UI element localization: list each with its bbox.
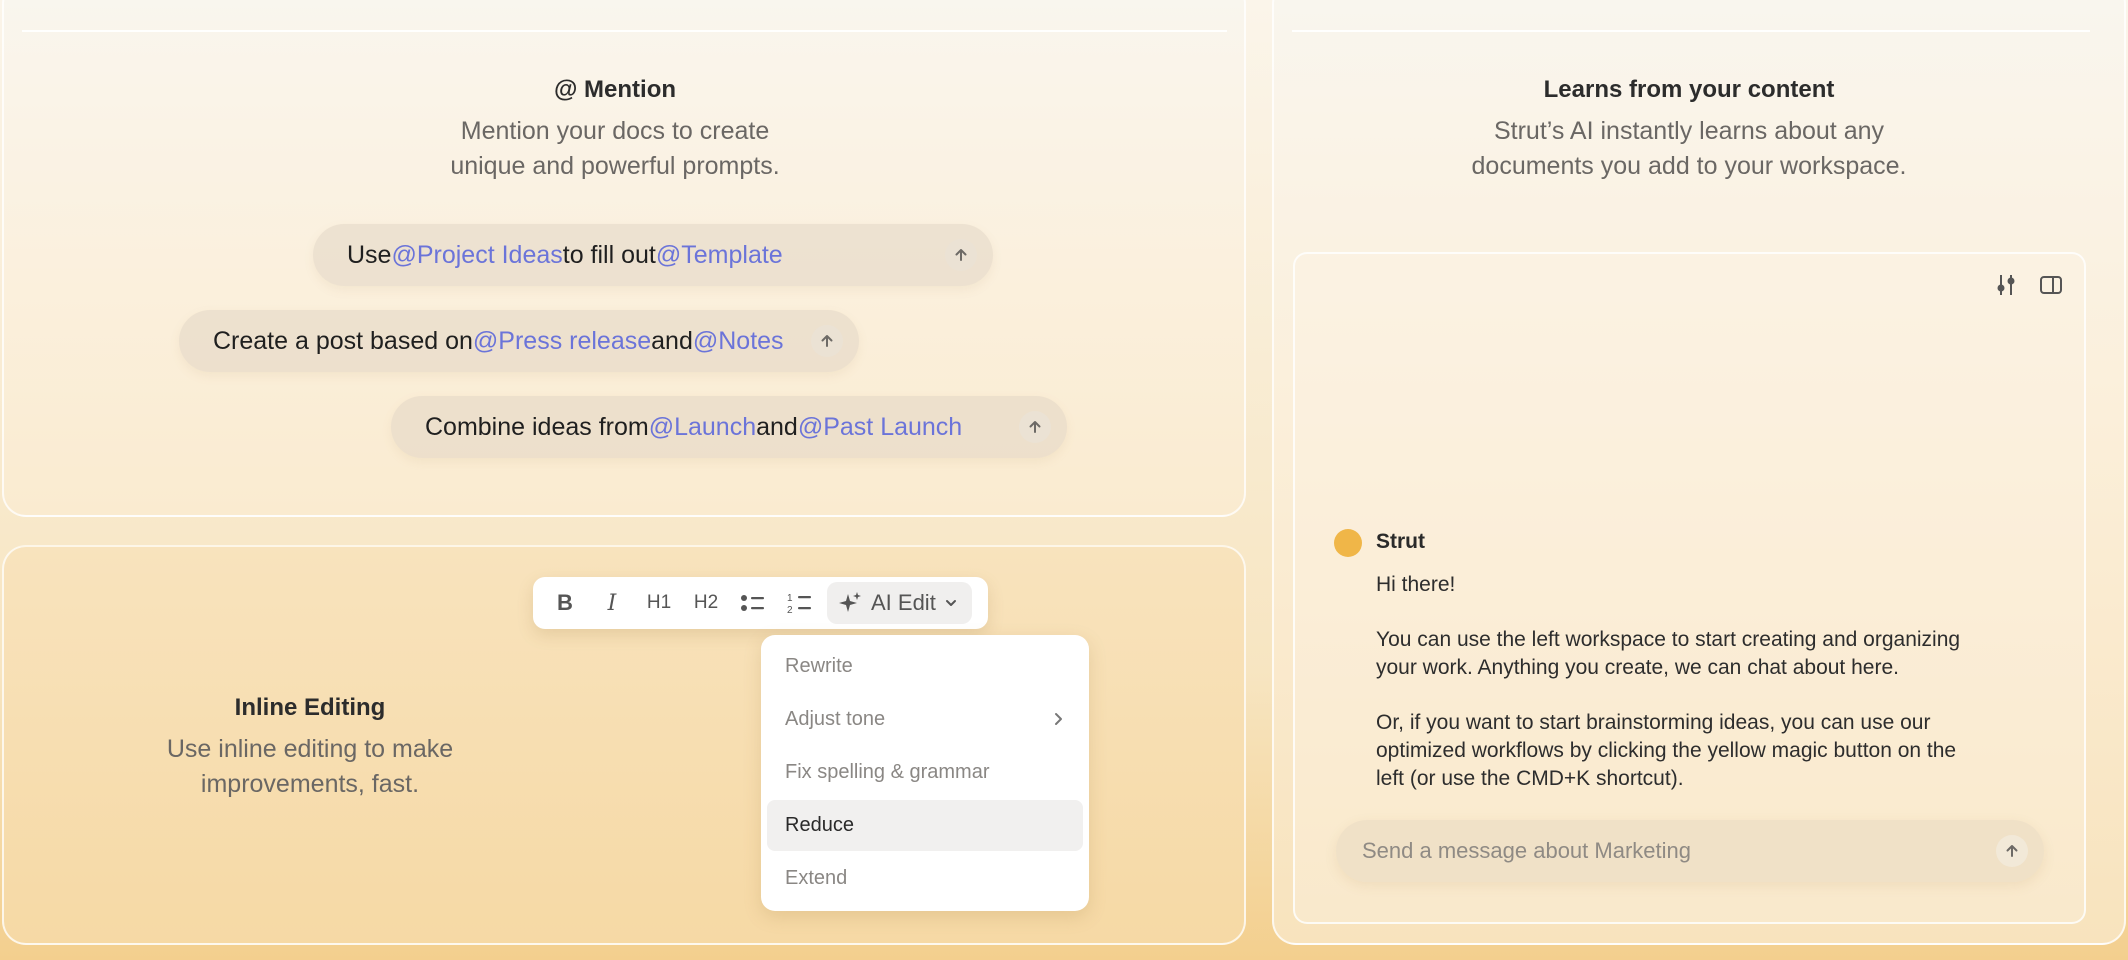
bullet-list-icon [741, 595, 764, 611]
prompt-text: Use [347, 240, 392, 269]
avatar [1334, 529, 1362, 557]
formatting-toolbar: B I H1 H2 1 2 AI Edit [533, 577, 988, 629]
doc-mention: @Launch [648, 412, 757, 441]
mention-description: Mention your docs to create unique and p… [0, 114, 1230, 184]
menu-item-fix-spelling[interactable]: Fix spelling & grammar [767, 747, 1083, 798]
chat-line: Or, if you want to start brainstorming i… [1376, 711, 1931, 734]
chevron-right-icon [1055, 713, 1062, 725]
ai-edit-menu: Rewrite Adjust tone Fix spelling & gramm… [761, 635, 1089, 911]
menu-item-label: Adjust tone [785, 708, 886, 730]
chat-line: your work. Anything you create, we can c… [1376, 656, 1899, 679]
menu-item-rewrite[interactable]: Rewrite [767, 641, 1083, 692]
mention-desc-line: unique and powerful prompts. [450, 152, 780, 180]
ai-edit-dropdown[interactable]: AI Edit [827, 582, 972, 624]
menu-item-adjust-tone[interactable]: Adjust tone [767, 694, 1083, 745]
send-arrow-icon[interactable] [1019, 411, 1051, 443]
prompt-suggestion[interactable]: Create a post based on @Press release an… [179, 310, 859, 372]
chat-line: left (or use the CMD+K shortcut). [1376, 767, 1684, 790]
settings-sliders-icon[interactable] [1993, 272, 2019, 298]
svg-text:1: 1 [787, 593, 793, 604]
heading2-button[interactable]: H2 [686, 583, 726, 623]
chat-greeting: Hi there! [1376, 573, 1456, 596]
chat-paragraph: You can use the left workspace to start … [1376, 626, 1960, 682]
chat-message-input[interactable]: Send a message about Marketing [1336, 820, 2044, 882]
doc-mention: @Project Ideas [391, 240, 563, 269]
svg-text:2: 2 [787, 605, 793, 616]
chat-paragraph: Or, if you want to start brainstorming i… [1376, 709, 1956, 793]
menu-item-extend[interactable]: Extend [767, 853, 1083, 904]
prompt-suggestion[interactable]: Use @Project Ideas to fill out @Template [313, 224, 993, 286]
card-top-divider [1292, 30, 2090, 32]
learns-description: Strut’s AI instantly learns about any do… [1272, 114, 2106, 184]
menu-item-label: Extend [785, 867, 848, 889]
send-arrow-icon[interactable] [945, 239, 977, 271]
doc-mention: @Notes [692, 326, 784, 355]
chat-line: optimized workflows by clicking the yell… [1376, 739, 1957, 762]
prompt-text: and [756, 412, 798, 441]
prompt-text: and [651, 326, 693, 355]
prompt-text: Create a post based on [213, 326, 473, 355]
prompt-text: Combine ideas from [425, 412, 649, 441]
prompt-text: to fill out [562, 240, 656, 269]
chevron-down-icon [945, 600, 956, 606]
doc-mention: @Template [655, 240, 783, 269]
ai-edit-label: AI Edit [871, 590, 936, 615]
bullet-list-button[interactable] [733, 583, 773, 623]
chat-input-placeholder: Send a message about Marketing [1362, 838, 1691, 863]
italic-button[interactable]: I [592, 583, 632, 623]
doc-mention: @Past Launch [797, 412, 963, 441]
menu-item-label: Rewrite [785, 655, 853, 677]
menu-item-label: Reduce [785, 814, 854, 836]
sidebar-panel-icon[interactable] [2038, 272, 2064, 298]
heading1-button[interactable]: H1 [639, 583, 679, 623]
learns-desc-line: documents you add to your workspace. [1471, 152, 1907, 180]
numbered-list-icon: 1 2 [787, 593, 811, 616]
inline-desc-line: improvements, fast. [200, 770, 420, 798]
send-arrow-icon[interactable] [1996, 835, 2028, 867]
bot-name: Strut [1376, 530, 1425, 553]
doc-mention: @Press release [472, 326, 652, 355]
send-arrow-icon[interactable] [811, 325, 843, 357]
inline-desc-line: Use inline editing to make [166, 735, 454, 763]
inline-editing-title: Inline Editing [234, 694, 386, 721]
numbered-list-button[interactable]: 1 2 [780, 583, 820, 623]
mention-title: @ Mention [553, 76, 677, 103]
menu-item-label: Fix spelling & grammar [785, 761, 990, 783]
learns-desc-line: Strut’s AI instantly learns about any [1493, 117, 1885, 145]
learns-title: Learns from your content [1543, 76, 1835, 103]
prompt-suggestion[interactable]: Combine ideas from @Launch and @Past Lau… [391, 396, 1067, 458]
mention-desc-line: Mention your docs to create [460, 117, 770, 145]
bold-button[interactable]: B [545, 583, 585, 623]
sparkle-icon [839, 592, 861, 612]
chat-line: You can use the left workspace to start … [1376, 628, 1961, 651]
inline-editing-description: Use inline editing to make improvements,… [0, 732, 620, 802]
menu-item-reduce[interactable]: Reduce [767, 800, 1083, 851]
card-top-divider [22, 30, 1227, 32]
